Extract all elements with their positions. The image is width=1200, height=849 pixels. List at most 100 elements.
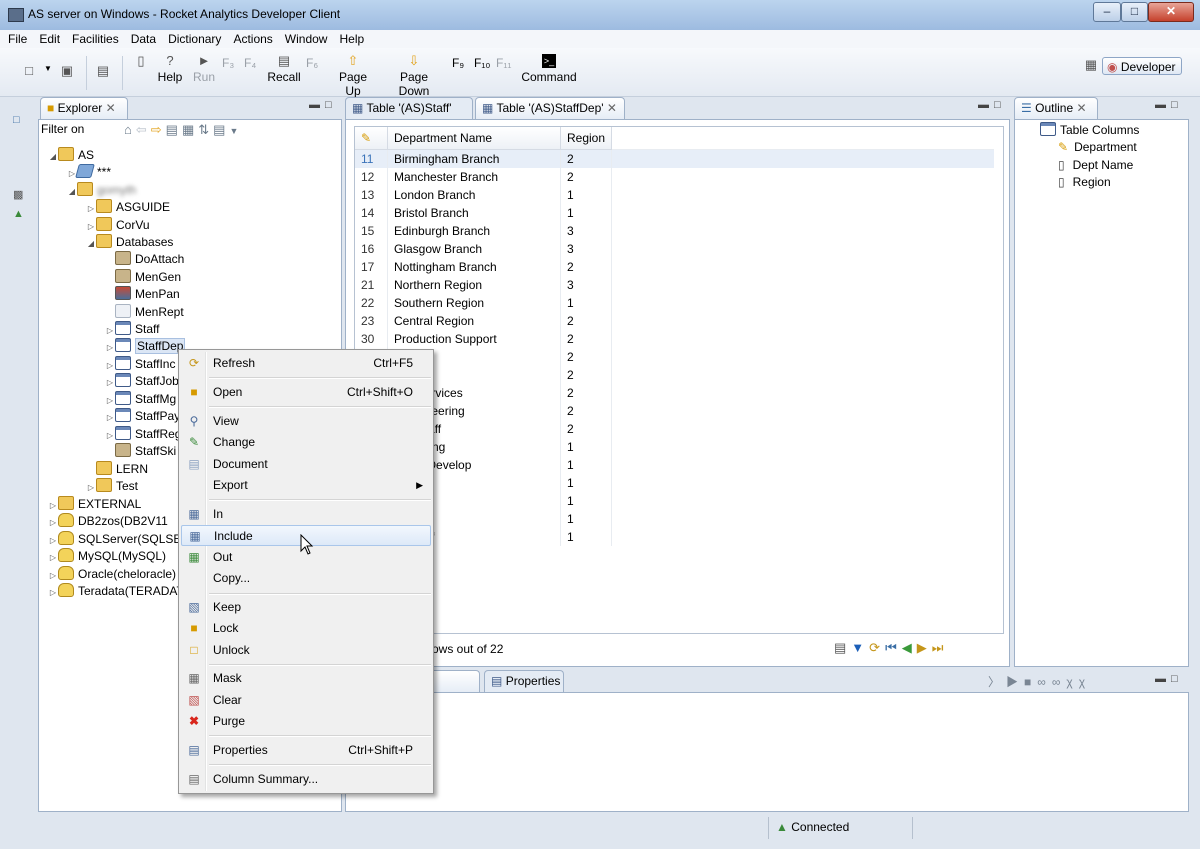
- collapsed-icon[interactable]: ▷: [48, 497, 58, 514]
- tree-item-user[interactable]: ◢ gomyth: [67, 182, 136, 199]
- table-cell[interactable]: 17: [355, 258, 388, 276]
- expanded-icon[interactable]: ◢: [67, 183, 77, 200]
- tree-item-databases[interactable]: ◢ Databases: [86, 234, 173, 251]
- previous-page-icon[interactable]: ◀: [902, 640, 917, 655]
- close-icon[interactable]: ✕: [1076, 101, 1086, 115]
- collapsed-icon[interactable]: ▷: [105, 357, 115, 374]
- table-cell[interactable]: Production Support: [387, 330, 561, 348]
- page-up-button[interactable]: ⇧ Page Up: [330, 54, 376, 99]
- tree-item-mengen[interactable]: MenGen: [105, 269, 181, 286]
- filter-icon[interactable]: ▼: [851, 640, 869, 655]
- collapsed-icon[interactable]: ▷: [105, 427, 115, 444]
- table-row[interactable]: 12 Manchester Branch 2: [355, 168, 994, 186]
- export-icon[interactable]: ▤: [834, 640, 851, 655]
- restore-icon[interactable]: ▩: [13, 188, 23, 201]
- table-cell[interactable]: Bristol Branch: [387, 204, 561, 222]
- collapsed-icon[interactable]: ▷: [105, 322, 115, 339]
- next-page-icon[interactable]: ▶: [917, 640, 932, 655]
- menu-item-document[interactable]: ▤ Document: [181, 454, 431, 475]
- help-button[interactable]: ? Help: [156, 54, 184, 85]
- collapsed-icon[interactable]: ▷: [48, 532, 58, 549]
- table-cell[interactable]: 2: [560, 402, 613, 420]
- menu-item-in[interactable]: ▦ In: [181, 504, 431, 525]
- forward-icon[interactable]: ⇨: [151, 122, 166, 137]
- chevron-down-icon[interactable]: ▼: [229, 126, 242, 136]
- table-row[interactable]: 17 Nottingham Branch 2: [355, 258, 994, 276]
- table-row[interactable]: t Engineering2: [355, 402, 994, 420]
- table-cell[interactable]: 1: [560, 186, 613, 204]
- expanded-icon[interactable]: ◢: [86, 235, 96, 252]
- minimize-editor-button[interactable]: ▬: [978, 99, 989, 111]
- table-cell[interactable]: Edinburgh Branch: [387, 222, 561, 240]
- table-cell[interactable]: 1: [560, 438, 613, 456]
- table-cell[interactable]: 1: [560, 510, 613, 528]
- clear-console-icon[interactable]: 〉: [988, 675, 1006, 689]
- table-cell[interactable]: 1: [560, 492, 613, 510]
- outline-item[interactable]: ▯ Region: [1058, 174, 1111, 191]
- table-row[interactable]: h and Develop1: [355, 456, 994, 474]
- table-row[interactable]: 30 Production Support 2: [355, 330, 994, 348]
- tree-item-external[interactable]: ▷ EXTERNAL: [48, 496, 141, 513]
- minimize-button[interactable]: –: [1093, 2, 1121, 22]
- open-perspective-button[interactable]: ▦: [1084, 58, 1098, 74]
- tree-item-doattach[interactable]: DoAttach: [105, 251, 184, 268]
- maximize-view-button[interactable]: □: [325, 99, 332, 111]
- tree-item-staff[interactable]: ▷ Staff: [105, 321, 159, 338]
- table-row[interactable]: 15 Edinburgh Branch 3: [355, 222, 994, 240]
- tree-item-staffreg[interactable]: ▷ StaffReg: [105, 426, 181, 443]
- table-cell[interactable]: 3: [560, 222, 613, 240]
- menu-item-clear[interactable]: ▧ Clear: [181, 690, 431, 711]
- table-cell[interactable]: 1: [560, 528, 613, 546]
- recall-button[interactable]: ▤ Recall: [266, 54, 302, 85]
- minimize-outline-button[interactable]: ▬: [1155, 99, 1166, 111]
- collapse-icon[interactable]: ▤: [166, 122, 182, 137]
- expression-icon[interactable]: χ: [1079, 675, 1091, 689]
- tree-item-menpan[interactable]: MenPan: [105, 286, 180, 303]
- table-row[interactable]: ly Line2: [355, 366, 994, 384]
- key-column-header[interactable]: ✎: [355, 127, 388, 150]
- back-icon[interactable]: ⇦: [136, 122, 151, 137]
- play-icon[interactable]: ▶: [1006, 675, 1024, 689]
- tree-item-staffmg[interactable]: ▷ StaffMg: [105, 391, 176, 408]
- tree-item-staffinc[interactable]: ▷ StaffInc: [105, 356, 175, 373]
- stop-icon[interactable]: ■: [1024, 675, 1037, 689]
- command-button[interactable]: >_ Command: [520, 54, 578, 84]
- table-row[interactable]: 13 London Branch 1: [355, 186, 994, 204]
- menu-item-keep[interactable]: ▧ Keep: [181, 597, 431, 618]
- table-cell[interactable]: 2: [560, 384, 613, 402]
- tab-table-staffdep[interactable]: ▦ Table '(AS)StaffDep' ✕: [475, 97, 625, 119]
- tree-item-stars[interactable]: ▷ ***: [67, 164, 111, 181]
- tree-item-db2[interactable]: ▷ DB2zos(DB2V11: [48, 513, 168, 530]
- menu-item-lock[interactable]: ■ Lock: [181, 618, 431, 639]
- maximize-outline-button[interactable]: □: [1171, 99, 1178, 111]
- collapsed-icon[interactable]: ▷: [105, 392, 115, 409]
- expanded-icon[interactable]: ◢: [48, 148, 58, 165]
- table-cell[interactable]: 21: [355, 276, 388, 294]
- menu-item-change[interactable]: ✎ Change: [181, 432, 431, 453]
- table-cell[interactable]: 2: [560, 420, 613, 438]
- collapsed-icon[interactable]: ▷: [86, 200, 96, 217]
- run-button[interactable]: ► Run: [190, 54, 218, 85]
- menu-item-export[interactable]: Export ▶: [181, 475, 431, 496]
- menu-facilities[interactable]: Facilities: [66, 30, 125, 46]
- tree-item-menrept[interactable]: MenRept: [105, 304, 184, 321]
- tree-item-asguide[interactable]: ▷ ASGUIDE: [86, 199, 170, 216]
- menu-edit[interactable]: Edit: [33, 30, 66, 46]
- table-row[interactable]: nel1: [355, 492, 994, 510]
- menu-dictionary[interactable]: Dictionary: [162, 30, 227, 46]
- table-cell[interactable]: 2: [560, 348, 613, 366]
- outline-root[interactable]: Table Columns: [1040, 122, 1139, 139]
- table-row[interactable]: 14 Bristol Branch 1: [355, 204, 994, 222]
- tree-item-staffjob[interactable]: ▷ StaffJob: [105, 373, 179, 390]
- menu-item-copy[interactable]: Copy...: [181, 568, 431, 589]
- table-cell[interactable]: 2: [560, 366, 613, 384]
- f10-button[interactable]: F₁₀: [474, 56, 490, 70]
- view-menu-icon[interactable]: ▦: [182, 122, 198, 137]
- f9-button[interactable]: F₉: [452, 56, 464, 70]
- layout-icon[interactable]: ▤: [213, 122, 229, 137]
- tree-trim-icon[interactable]: ▲: [13, 208, 24, 220]
- collapsed-icon[interactable]: ▷: [86, 218, 96, 235]
- table-cell[interactable]: Glasgow Branch: [387, 240, 561, 258]
- table-cell[interactable]: Central Region: [387, 312, 561, 330]
- save-button[interactable]: ▣: [60, 64, 74, 80]
